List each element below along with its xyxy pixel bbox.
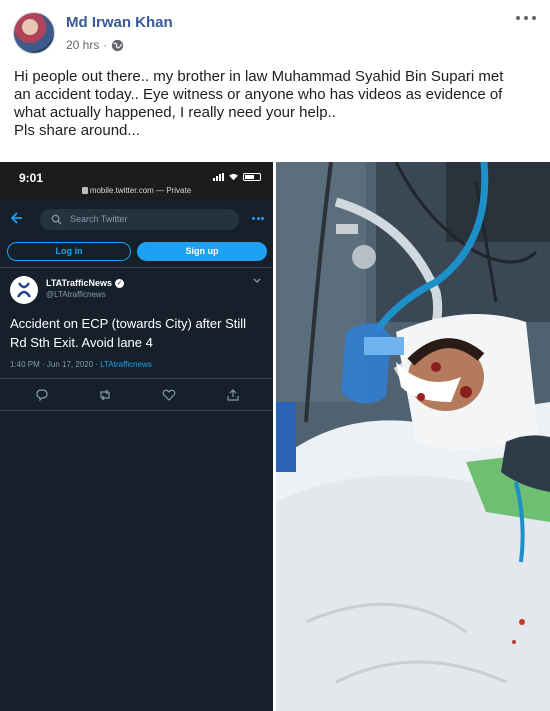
divider: [0, 378, 273, 379]
tweet-text: Accident on ECP (towards City) after Sti…: [10, 316, 247, 350]
retweet-icon: [100, 389, 110, 401]
twitter-more-icon: [252, 217, 264, 220]
verified-icon: ✓: [115, 278, 125, 288]
lock-icon: [81, 187, 88, 194]
search-placeholder: Search Twitter: [70, 214, 128, 224]
back-arrow-icon: [10, 212, 22, 224]
signal-icon: [213, 173, 224, 181]
url-text: mobile.twitter.com — Private: [89, 186, 192, 195]
author-avatar[interactable]: [13, 12, 55, 54]
post-time[interactable]: 20 hrs: [66, 38, 99, 52]
url-bar: mobile.twitter.com — Private: [0, 184, 273, 200]
twitter-login-button: Log in: [7, 242, 131, 261]
tweet-author-name-text: LTATrafficNews: [46, 278, 113, 288]
hospital-photo-illustration: [276, 162, 550, 711]
globe-icon: [112, 39, 124, 51]
post-text: Hi people out there.. my brother in law …: [14, 68, 539, 140]
twitter-topbar: Search Twitter: [0, 200, 273, 238]
battery-icon: [243, 173, 261, 181]
divider: [0, 267, 273, 268]
search-icon: [51, 214, 62, 225]
divider: [0, 410, 273, 411]
post-text-line: Pls share around...: [14, 122, 140, 139]
tweet-date: 1:40 PM · Jun 17, 2020 · LTAtrafficnews: [10, 360, 152, 369]
twitter-signup-button: Sign up: [137, 242, 267, 261]
photo-twitter-screenshot[interactable]: 9:01 mobile.twitter.com — Private Search…: [0, 162, 273, 711]
twitter-search-box: Search Twitter: [40, 209, 239, 230]
tweet-author-name: LTATrafficNews ✓: [46, 278, 125, 288]
post-meta: 20 hrs ·: [66, 38, 124, 52]
phone-status-bar: 9:01: [0, 162, 273, 185]
tweet-date-text: 1:40 PM · Jun 17, 2020 ·: [10, 360, 101, 369]
reply-icon: [36, 389, 48, 402]
post-text-line: Hi people out there.. my brother in law …: [14, 68, 504, 85]
photo-hospital-bed[interactable]: [276, 162, 550, 711]
chevron-down-icon: [253, 278, 261, 283]
lta-logo-icon: [16, 282, 32, 298]
tweet-author-handle: @LTAtrafficnews: [46, 290, 106, 299]
post-text-line: what actually happened, I really need yo…: [14, 104, 336, 121]
post-header: Md Irwan Khan 20 hrs ·: [0, 0, 550, 62]
status-icons: [213, 173, 261, 181]
like-icon: [162, 389, 176, 401]
tweet-actions: [0, 388, 273, 404]
meta-separator: ·: [103, 38, 108, 52]
more-options-icon[interactable]: [516, 16, 536, 24]
status-time: 9:01: [19, 171, 44, 185]
wifi-icon: [229, 173, 238, 181]
tweet-author-avatar: [10, 276, 38, 304]
author-name[interactable]: Md Irwan Khan: [66, 14, 173, 31]
share-icon: [227, 389, 239, 401]
tweet-source: LTAtrafficnews: [100, 360, 152, 369]
post-text-line: an accident today.. Eye witness or anyon…: [14, 86, 503, 103]
